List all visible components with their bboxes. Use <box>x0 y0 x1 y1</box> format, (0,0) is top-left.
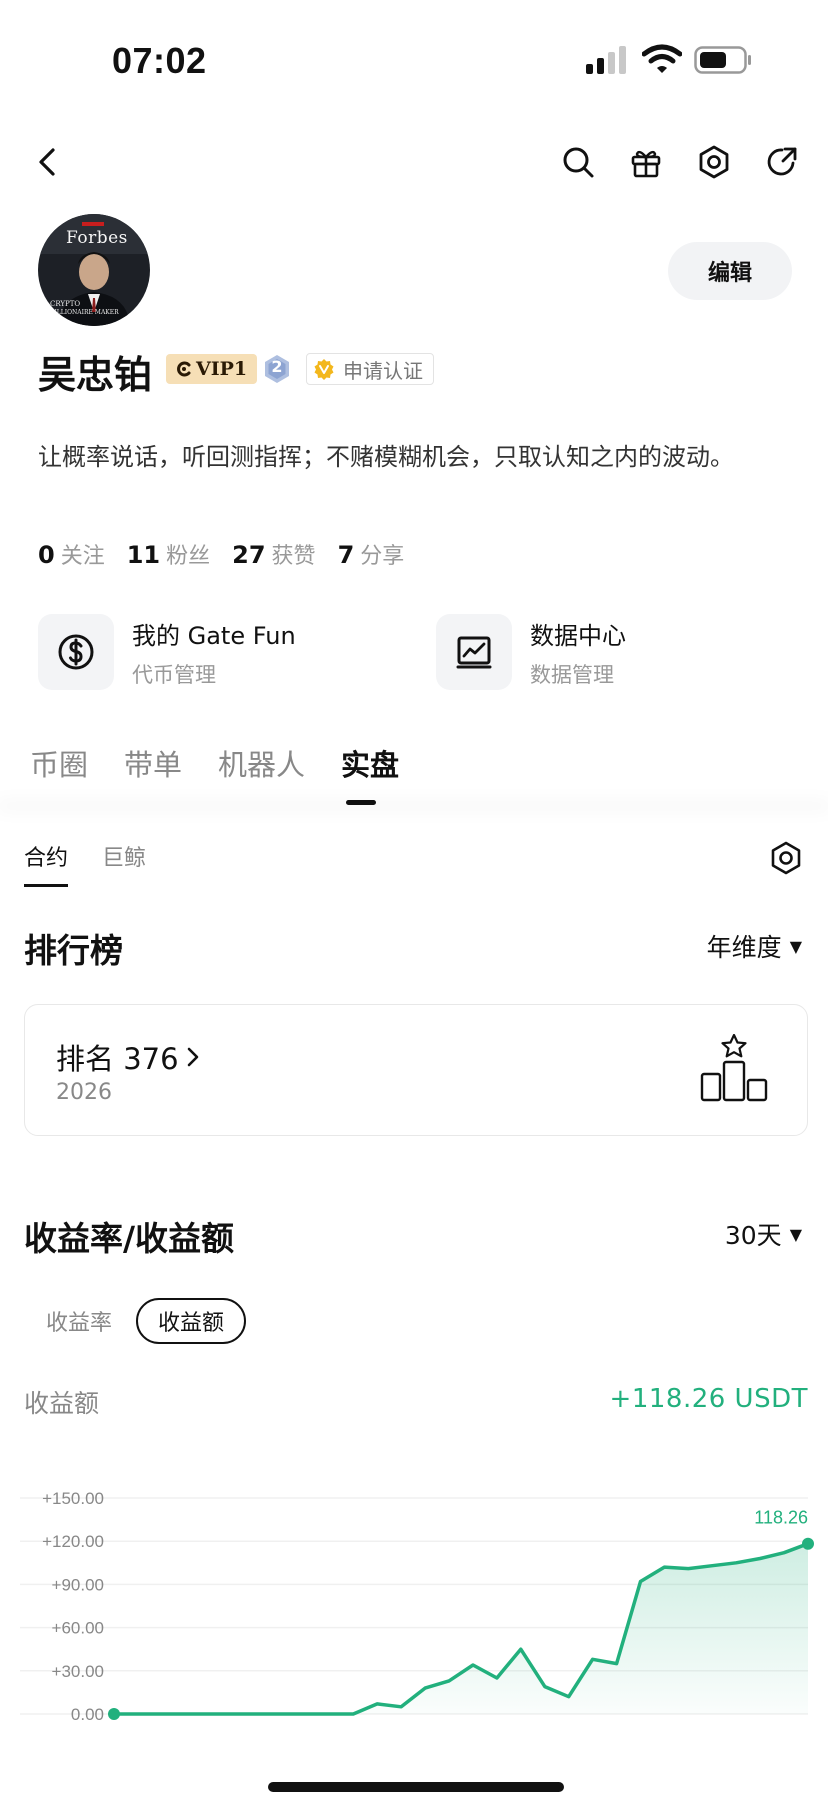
chart-last-value-label: 118.26 <box>754 1508 808 1528</box>
stat-value: 0 <box>38 541 55 569</box>
avatar-magazine-title: Forbes <box>66 228 128 248</box>
avatar[interactable]: CRYPTO BILLIONAIRE MAKER Forbes <box>38 214 150 326</box>
y-tick-label: +90.00 <box>52 1575 104 1594</box>
tab-whales[interactable]: 巨鲸 <box>102 840 146 872</box>
caret-down-icon: ▼ <box>789 1224 802 1244</box>
stat-followers[interactable]: 11 粉丝 <box>127 538 210 570</box>
status-time: 07:02 <box>112 40 207 81</box>
level-number: 2 <box>271 357 283 376</box>
wifi-icon <box>642 44 682 73</box>
rank-year: 2026 <box>56 1080 112 1105</box>
sub-tab-indicator <box>24 884 68 887</box>
dropdown-label: 年维度 <box>706 933 782 962</box>
gift-icon[interactable] <box>624 140 668 184</box>
y-tick-label: +30.00 <box>52 1662 104 1681</box>
svg-text:BILLIONAIRE MAKER: BILLIONAIRE MAKER <box>50 309 119 316</box>
verified-badge-icon <box>314 359 334 380</box>
stat-label: 粉丝 <box>166 544 211 569</box>
tab-copy-trading[interactable]: 带单 <box>124 742 182 784</box>
svg-text:CRYPTO: CRYPTO <box>50 300 80 308</box>
settings-icon[interactable] <box>768 840 804 876</box>
stat-label: 获赞 <box>271 544 316 569</box>
tab-live-trading[interactable]: 实盘 <box>341 742 399 784</box>
tool-title: 我的 Gate Fun <box>132 621 296 650</box>
tool-subtitle: 数据管理 <box>530 662 614 687</box>
ranking-title: 排行榜 <box>24 931 123 970</box>
share-icon[interactable] <box>760 140 804 184</box>
toggle-profit-amount[interactable]: 收益额 <box>136 1298 247 1344</box>
dollar-icon <box>38 614 114 690</box>
chevron-right-icon <box>187 1047 198 1067</box>
tab-futures[interactable]: 合约 <box>24 840 68 872</box>
tab-crypto[interactable]: 币圈 <box>30 742 88 784</box>
rank-label: 排名 376 <box>56 1042 179 1076</box>
chart-icon <box>436 614 512 690</box>
sub-tabs: 合约 巨鲸 <box>24 840 146 872</box>
user-name: 吴忠铂 <box>38 353 153 397</box>
y-tick-label: +120.00 <box>42 1532 104 1551</box>
pnl-chart[interactable]: +150.00 +120.00 +90.00 +60.00 +30.00 0.00 118… <box>0 1444 828 1744</box>
stat-value: 27 <box>232 541 266 569</box>
ranking-period-dropdown[interactable]: 年维度 ▼ <box>707 928 802 964</box>
stat-likes[interactable]: 27 获赞 <box>232 538 315 570</box>
chart-start-point <box>108 1708 120 1720</box>
stat-value: 11 <box>126 541 161 569</box>
vip-icon <box>177 361 191 377</box>
tool-title: 数据中心 <box>530 621 626 650</box>
stat-label: 关注 <box>60 544 105 569</box>
stat-label: 分享 <box>360 544 405 569</box>
y-tick-label: 0.00 <box>71 1705 104 1724</box>
y-tick-label: +150.00 <box>42 1489 104 1508</box>
edit-profile-button[interactable]: 编辑 <box>668 242 792 300</box>
y-tick-label: +60.00 <box>52 1619 104 1638</box>
level-badge[interactable]: 2 <box>262 354 292 384</box>
pnl-label: 收益额 <box>24 1389 100 1418</box>
apply-verification-button[interactable]: 申请认证 <box>306 353 434 385</box>
main-tab-indicator <box>346 800 376 805</box>
toggle-return-rate[interactable]: 收益率 <box>46 1298 112 1344</box>
tool-subtitle: 代币管理 <box>132 662 216 687</box>
profile-stats: 0 关注 11 粉丝 27 获赞 7 分享 <box>38 538 404 570</box>
caret-down-icon: ▼ <box>789 936 802 956</box>
data-center-card[interactable]: 数据中心 数据管理 <box>436 614 626 690</box>
chart-end-point <box>802 1537 814 1550</box>
stat-shares[interactable]: 7 分享 <box>338 538 405 570</box>
vip-badge[interactable]: VIP1 <box>166 354 258 384</box>
dropdown-label: 30天 <box>724 1221 782 1250</box>
user-bio: 让概率说话，听回测指挥；不赌模糊机会，只取认知之内的波动。 <box>38 443 734 471</box>
chart-area <box>114 1543 808 1714</box>
stat-following[interactable]: 0 关注 <box>38 538 105 570</box>
battery-icon <box>694 46 751 74</box>
stat-value: 7 <box>337 541 355 569</box>
tab-bots[interactable]: 机器人 <box>218 742 305 784</box>
verify-label: 申请认证 <box>343 358 423 383</box>
gate-fun-card[interactable]: 我的 Gate Fun 代币管理 <box>38 614 296 690</box>
search-icon[interactable] <box>556 140 600 184</box>
pnl-value: +118.26 USDT <box>609 1384 808 1414</box>
pnl-period-dropdown[interactable]: 30天 ▼ <box>725 1216 802 1252</box>
home-indicator <box>268 1782 564 1792</box>
vip-label: VIP1 <box>196 358 248 380</box>
signal-icon <box>586 46 626 74</box>
pnl-title: 收益率/收益额 <box>24 1219 235 1258</box>
settings-icon[interactable] <box>692 140 736 184</box>
podium-icon <box>700 1034 768 1102</box>
back-icon[interactable] <box>26 140 70 184</box>
rank-link[interactable]: 排名 376 <box>56 1036 201 1078</box>
main-tabs: 币圈 带单 机器人 实盘 <box>30 742 399 784</box>
